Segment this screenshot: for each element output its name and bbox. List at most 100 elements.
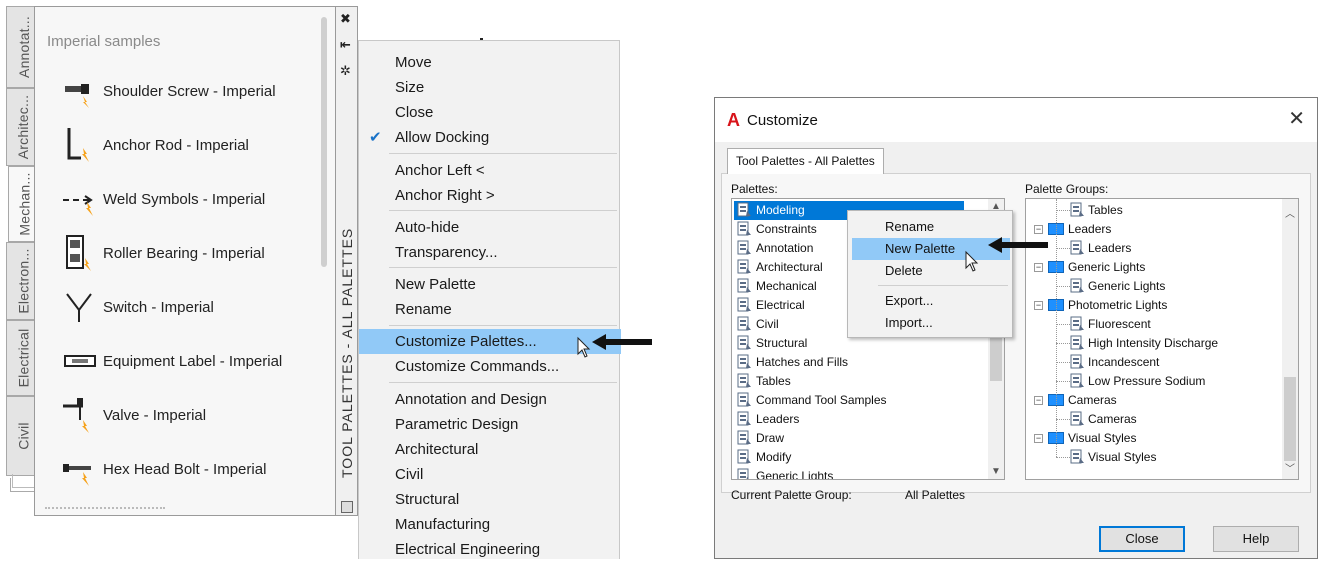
callout-arrow-icon (988, 237, 1048, 253)
tree-palette-node[interactable]: Cameras (1026, 410, 1276, 429)
palette-list-item[interactable]: Leaders (734, 410, 799, 429)
tree-connector (1056, 324, 1070, 325)
tree-group-node[interactable]: − Visual Styles (1026, 429, 1276, 448)
palette-list-item[interactable]: Annotation (734, 239, 813, 258)
menu-item-move[interactable]: Move (359, 50, 621, 75)
menu-item-auto-hide[interactable]: Auto-hide (359, 215, 621, 240)
menu-item-delete[interactable]: Delete (852, 260, 1010, 282)
palette-groups-label: Palette Groups: (1025, 182, 1109, 196)
tool-palette-icon (737, 392, 753, 408)
tree-palette-node[interactable]: Tables (1026, 201, 1276, 220)
tool-palette-icon (737, 430, 753, 446)
palette-list-item[interactable]: Command Tool Samples (734, 391, 887, 410)
tool-palette-icon (737, 278, 753, 294)
palette-tool-valve[interactable]: Valve - Imperial (61, 395, 311, 435)
palette-strip-title: TOOL PALETTES - ALL PALETTES (339, 227, 355, 478)
palette-list-item[interactable]: Draw (734, 429, 784, 448)
tool-palette-icon (737, 373, 753, 389)
palette-tool-anchor-rod[interactable]: Anchor Rod - Imperial (61, 125, 311, 165)
tree-palette-node[interactable]: Low Pressure Sodium (1026, 372, 1276, 391)
collapse-icon[interactable]: − (1034, 263, 1043, 272)
menu-item-anchor-right[interactable]: Anchor Right > (359, 183, 621, 208)
menu-item-annotation-and-design[interactable]: Annotation and Design (359, 387, 621, 412)
tree-palette-node[interactable]: Leaders (1026, 239, 1276, 258)
palette-list-item[interactable]: Architectural (734, 258, 823, 277)
menu-item-rename[interactable]: Rename (359, 297, 621, 322)
palette-list-item[interactable]: Civil (734, 315, 779, 334)
tree-connector (1056, 343, 1070, 344)
tree-group-node[interactable]: − Leaders (1026, 220, 1276, 239)
tree-group-node[interactable]: − Photometric Lights (1026, 296, 1276, 315)
tool-palette-icon (737, 411, 753, 427)
collapse-icon[interactable]: − (1034, 434, 1043, 443)
menu-item-new-palette[interactable]: New Palette (359, 272, 621, 297)
palette-groups-tree[interactable]: Tables − Leaders Leaders − Generic Lights Gene… (1025, 198, 1299, 480)
menu-separator (389, 153, 617, 154)
tree-connector (1056, 457, 1070, 458)
dialog-titlebar[interactable]: A Customize ✕ (715, 98, 1317, 142)
menu-item-close[interactable]: Close (359, 100, 621, 125)
palette-grid-icon[interactable] (341, 501, 353, 513)
menu-item-civil[interactable]: Civil (359, 462, 621, 487)
menu-item-transparency[interactable]: Transparency... (359, 240, 621, 265)
properties-icon[interactable]: ✲ (340, 63, 351, 79)
palette-tool-shoulder-screw[interactable]: Shoulder Screw - Imperial (61, 71, 311, 111)
tree-group-node[interactable]: − Generic Lights (1026, 258, 1276, 277)
collapse-icon[interactable]: − (1034, 301, 1043, 310)
palette-list-item[interactable]: Modify (734, 448, 791, 467)
autocad-logo-icon: A (727, 110, 740, 130)
palette-list-item[interactable]: Constraints (734, 220, 817, 239)
scroll-up-icon[interactable]: ︿ (1285, 205, 1295, 220)
palette-list-item[interactable]: Hatches and Fills (734, 353, 848, 372)
palette-tool-switch[interactable]: Switch - Imperial (61, 287, 311, 327)
menu-item-allow-docking[interactable]: ✔ Allow Docking (359, 125, 621, 150)
tree-connector (1056, 381, 1070, 382)
palette-tool-hex-head-bolt[interactable]: Hex Head Bolt - Imperial (61, 449, 311, 489)
palette-tool-roller-bearing[interactable]: Roller Bearing - Imperial (61, 233, 311, 273)
customize-dialog: A Customize ✕ Tool Palettes - All Palett… (714, 97, 1318, 559)
menu-item-manufacturing[interactable]: Manufacturing (359, 512, 621, 537)
palette-list-item[interactable]: Electrical (734, 296, 805, 315)
tree-group-node[interactable]: − Cameras (1026, 391, 1276, 410)
tree-palette-node[interactable]: Generic Lights (1026, 277, 1276, 296)
menu-item-electrical-engineering[interactable]: Electrical Engineering (359, 537, 621, 562)
tree-palette-node[interactable]: Visual Styles (1026, 448, 1276, 467)
menu-item-anchor-left[interactable]: Anchor Left < (359, 158, 621, 183)
tab-tool-palettes[interactable]: Tool Palettes - All Palettes (727, 148, 884, 174)
palette-tool-equipment-label[interactable]: Equipment Label - Imperial (61, 341, 311, 381)
palette-list-item[interactable]: Structural (734, 334, 807, 353)
menu-item-structural[interactable]: Structural (359, 487, 621, 512)
close-icon[interactable]: ✖ (340, 11, 351, 27)
tool-palette-icon (1070, 449, 1086, 465)
menu-item-parametric-design[interactable]: Parametric Design (359, 412, 621, 437)
menu-item-architectural[interactable]: Architectural (359, 437, 621, 462)
palette-list-item[interactable]: Generic Lights (734, 467, 833, 479)
tool-palette-icon (737, 221, 753, 237)
tree-palette-node[interactable]: Incandescent (1026, 353, 1276, 372)
autohide-icon[interactable]: ⇤ (340, 37, 351, 53)
tree-palette-node[interactable]: High Intensity Discharge (1026, 334, 1276, 353)
tree-connector (1056, 362, 1070, 363)
tree-palette-node[interactable]: Fluorescent (1026, 315, 1276, 334)
scroll-thumb[interactable] (1284, 377, 1296, 461)
menu-separator (389, 382, 617, 383)
tool-palette-icon (1070, 278, 1086, 294)
palette-tool-weld-symbols[interactable]: Weld Symbols - Imperial (61, 179, 311, 219)
menu-item-size[interactable]: Size (359, 75, 621, 100)
scroll-down-icon[interactable]: ﹀ (1285, 460, 1295, 475)
palette-scrollbar[interactable] (321, 17, 327, 267)
tool-palette-icon (737, 316, 753, 332)
shoulder-screw-icon (65, 84, 89, 108)
menu-item-import[interactable]: Import... (852, 312, 1010, 334)
help-button[interactable]: Help (1213, 526, 1299, 552)
scroll-down-icon[interactable]: ▼ (991, 466, 1001, 477)
palette-list-item[interactable]: Mechanical (734, 277, 817, 296)
tool-palette: Imperial samples Shoulder Screw - Imperi… (34, 6, 336, 516)
close-icon[interactable]: ✕ (1288, 106, 1305, 131)
close-button[interactable]: Close (1099, 526, 1185, 552)
menu-item-export[interactable]: Export... (852, 290, 1010, 312)
collapse-icon[interactable]: − (1034, 396, 1043, 405)
palette-list-item[interactable]: Tables (734, 372, 791, 391)
collapse-icon[interactable]: − (1034, 225, 1043, 234)
groups-scrollbar[interactable]: ︿ ﹀ (1282, 199, 1298, 479)
